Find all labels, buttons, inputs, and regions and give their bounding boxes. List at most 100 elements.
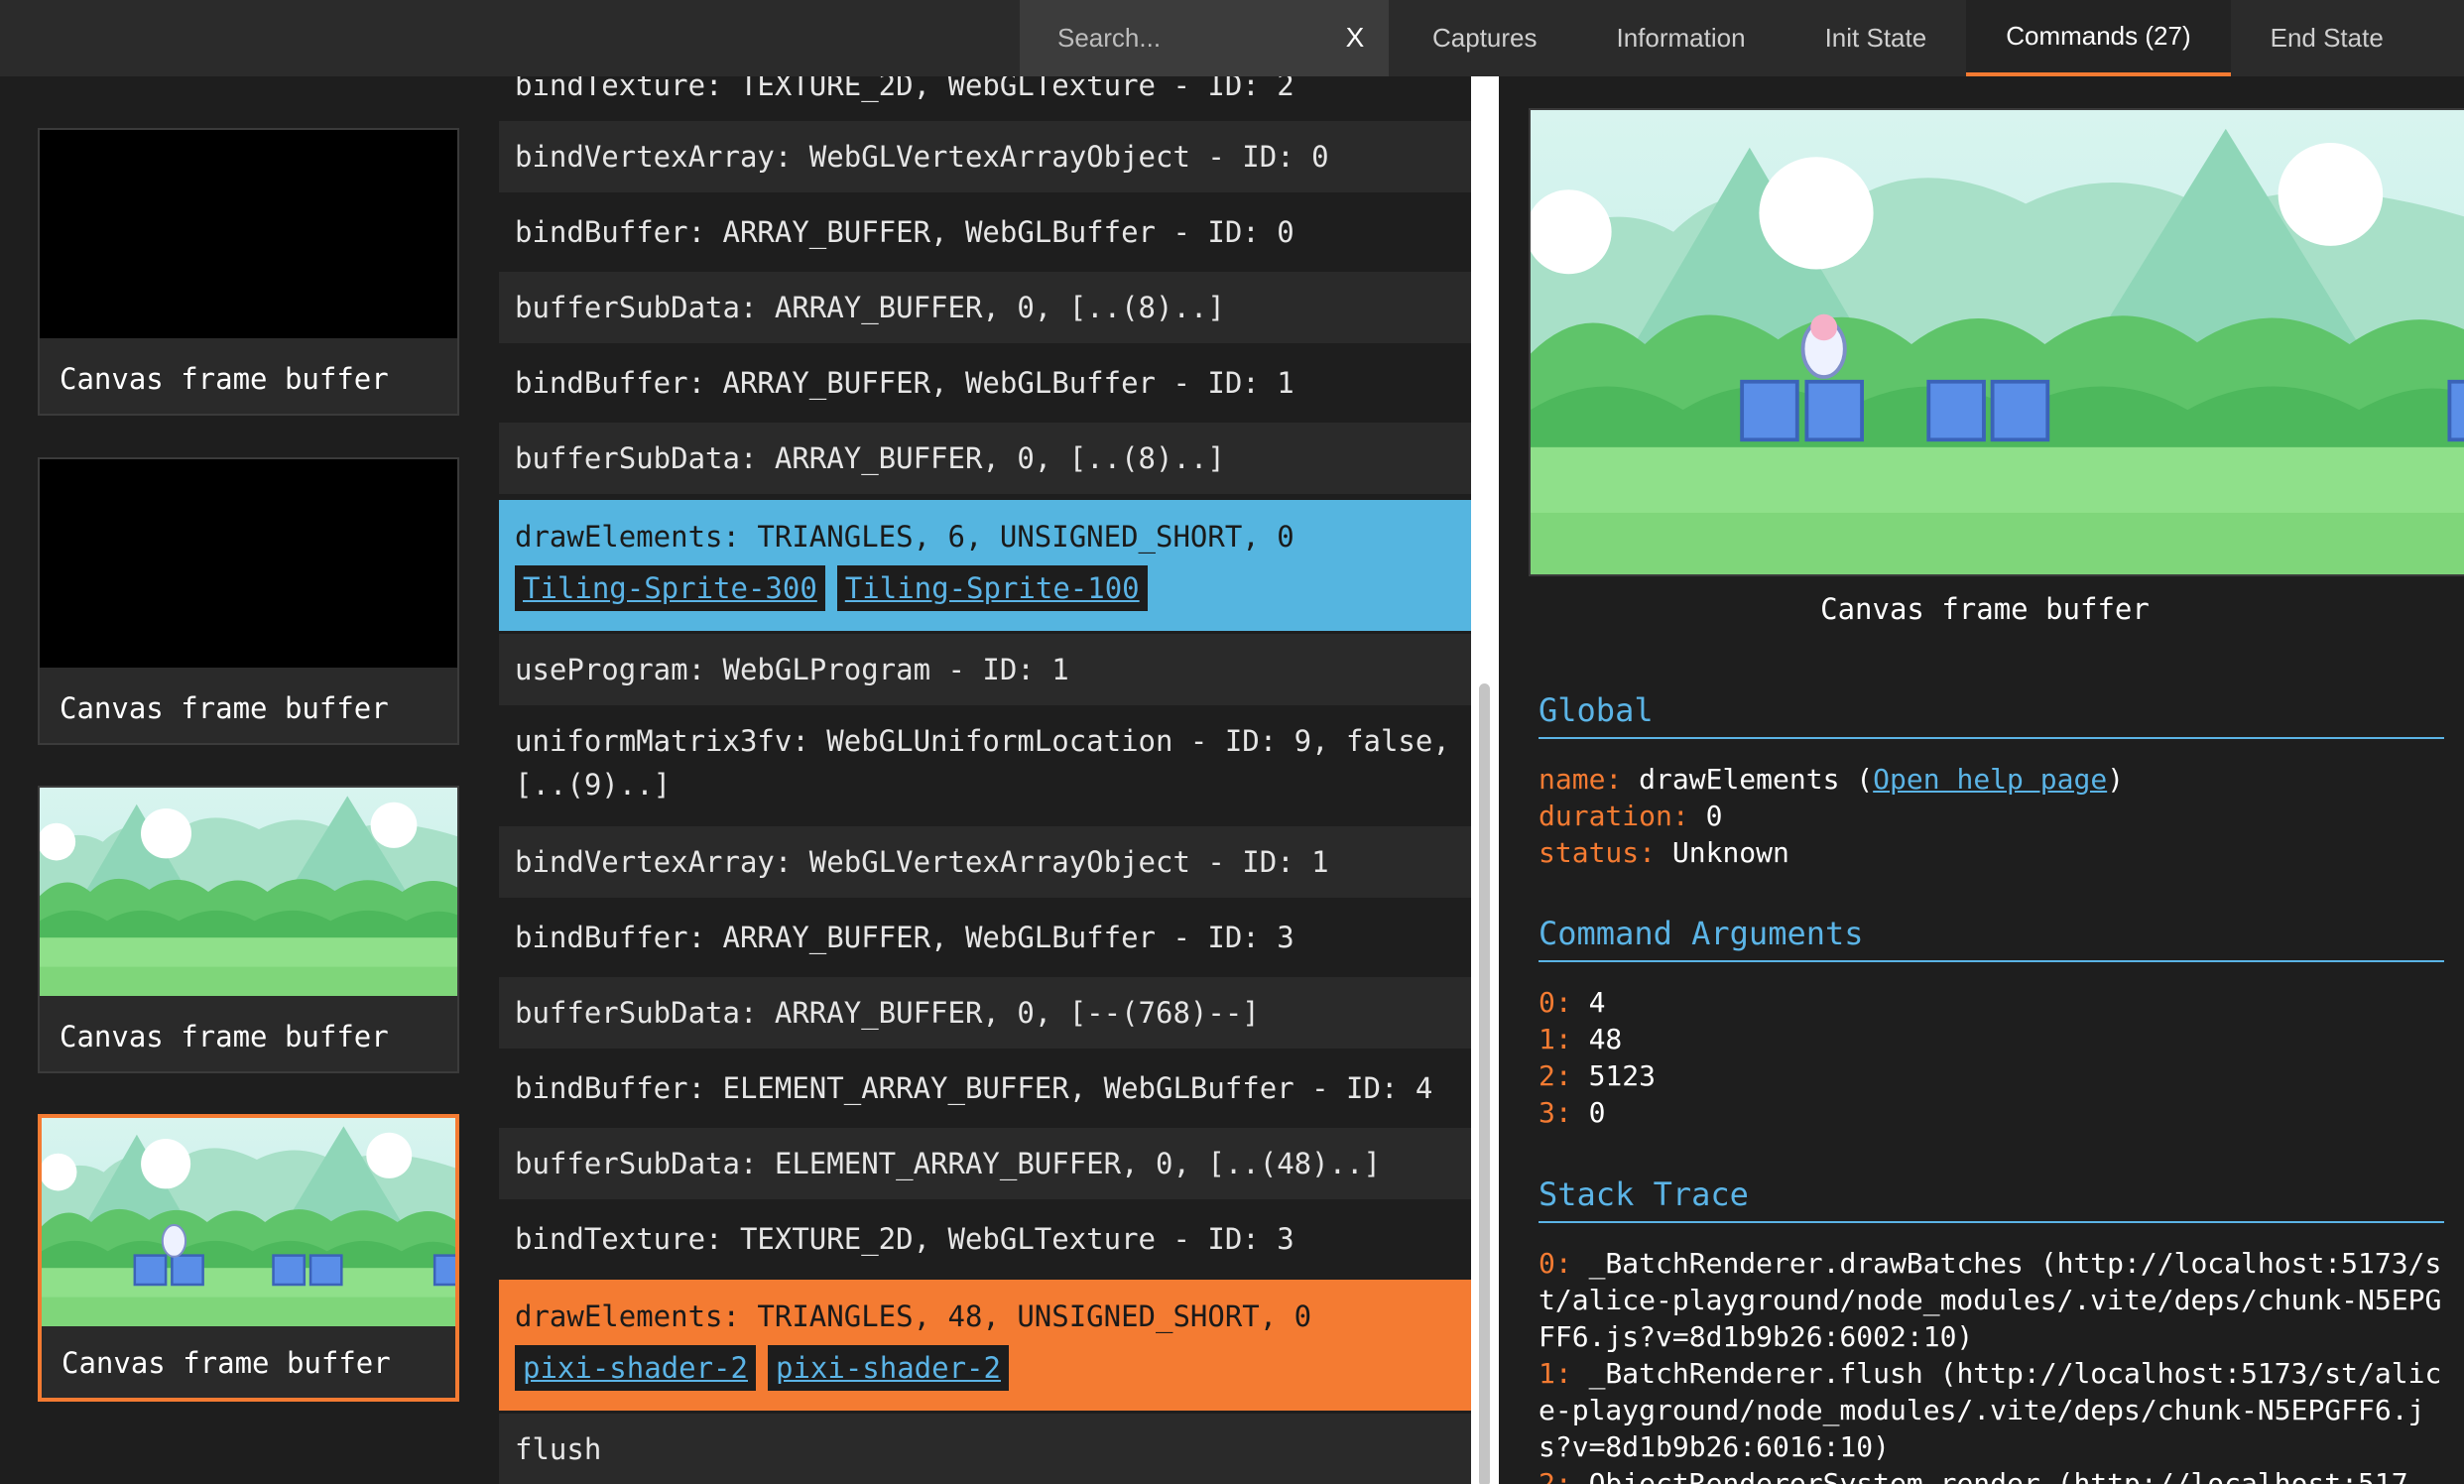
kv-value: ObjectRendererSystem.render (http://loca… xyxy=(1588,1467,2408,1484)
kv-value: 48 xyxy=(1588,1023,1623,1055)
command-text: bufferSubData: ARRAY_BUFFER, 0, [..(8)..… xyxy=(515,441,1225,475)
kv-key: duration: xyxy=(1539,800,1689,832)
command-item[interactable]: bindBuffer: ARRAY_BUFFER, WebGLBuffer - … xyxy=(499,347,1471,419)
command-item[interactable]: bindBuffer: ARRAY_BUFFER, WebGLBuffer - … xyxy=(499,902,1471,973)
shader-tag-link[interactable]: pixi-shader-2 xyxy=(515,1345,756,1391)
command-item-selected[interactable]: drawElements: TRIANGLES, 48, UNSIGNED_SH… xyxy=(499,1280,1471,1411)
kv-value: 4 xyxy=(1588,986,1606,1019)
command-item[interactable]: uniformMatrix3fv: WebGLUniformLocation -… xyxy=(499,709,1471,822)
thumbnail-image xyxy=(42,1118,455,1326)
kv-value: 0 xyxy=(1588,1096,1606,1129)
kv-key: 1: xyxy=(1539,1357,1572,1390)
kv-row: duration: 0 xyxy=(1539,798,2444,834)
thumbnail-caption: Canvas frame buffer xyxy=(60,1020,389,1053)
command-item-visual-state[interactable]: drawElements: TRIANGLES, 6, UNSIGNED_SHO… xyxy=(499,500,1471,631)
visual-state-thumbnail[interactable]: Canvas frame buffer xyxy=(38,457,459,745)
command-text: useProgram: WebGLProgram - ID: 1 xyxy=(515,653,1069,686)
stack-frame: 0: _BatchRenderer.drawBatches (http://lo… xyxy=(1539,1245,2444,1355)
thumbnail-image xyxy=(40,788,457,996)
shader-tag-list: Tiling-Sprite-300 Tiling-Sprite-100 xyxy=(515,565,1455,611)
shader-tag-link[interactable]: pixi-shader-2 xyxy=(767,1345,1009,1391)
command-text: drawElements: TRIANGLES, 6, UNSIGNED_SHO… xyxy=(515,520,1294,554)
command-item[interactable]: bindVertexArray: WebGLVertexArrayObject … xyxy=(499,826,1471,898)
stack-trace-section: Stack Trace 0: _BatchRenderer.drawBatche… xyxy=(1539,1175,2444,1484)
section-title: Global xyxy=(1539,691,2444,739)
command-item[interactable]: bindTexture: TEXTURE_2D, WebGLTexture - … xyxy=(499,1203,1471,1275)
thumbnail-caption: Canvas frame buffer xyxy=(60,362,389,396)
thumbnail-caption: Canvas frame buffer xyxy=(62,1346,391,1380)
tab-bar: Captures Information Init State Commands… xyxy=(1393,0,2423,76)
thumbnail-image xyxy=(40,130,457,338)
command-text: uniformMatrix3fv: WebGLUniformLocation -… xyxy=(515,724,1450,802)
kv-key: 2: xyxy=(1539,1467,1572,1484)
tab-commands[interactable]: Commands (27) xyxy=(1966,0,2231,76)
kv-row: status: Unknown xyxy=(1539,834,2444,871)
tab-captures[interactable]: Captures xyxy=(1393,0,1577,76)
command-item[interactable]: bufferSubData: ELEMENT_ARRAY_BUFFER, 0, … xyxy=(499,1128,1471,1199)
command-text: bufferSubData: ARRAY_BUFFER, 0, [--(768)… xyxy=(515,996,1260,1030)
command-item[interactable]: bindBuffer: ELEMENT_ARRAY_BUFFER, WebGLB… xyxy=(499,1052,1471,1124)
command-text: bindVertexArray: WebGLVertexArrayObject … xyxy=(515,845,1329,879)
command-text: bindBuffer: ARRAY_BUFFER, WebGLBuffer - … xyxy=(515,921,1294,954)
command-text: bindBuffer: ARRAY_BUFFER, WebGLBuffer - … xyxy=(515,366,1294,400)
kv-key: 0: xyxy=(1539,986,1572,1019)
command-text: bufferSubData: ARRAY_BUFFER, 0, [..(8)..… xyxy=(515,291,1225,324)
visual-state-thumbnail[interactable]: Canvas frame buffer xyxy=(38,128,459,416)
tab-init-state[interactable]: Init State xyxy=(1786,0,1967,76)
search-input[interactable] xyxy=(1057,18,1315,58)
kv-value: Unknown xyxy=(1671,836,1789,869)
kv-row: 1: 48 xyxy=(1539,1021,2444,1057)
shader-tag-link[interactable]: Tiling-Sprite-100 xyxy=(836,565,1148,611)
visual-state-thumbnail-selected[interactable]: Canvas frame buffer xyxy=(38,1114,459,1402)
command-item[interactable]: useProgram: WebGLProgram - ID: 1 xyxy=(499,634,1471,705)
command-list: bindTexture: TEXTURE_2D, WebGLTexture - … xyxy=(499,76,1471,1484)
stack-frame: 1: _BatchRenderer.flush (http://localhos… xyxy=(1539,1355,2444,1465)
kv-value: _BatchRenderer.drawBatches (http://local… xyxy=(1539,1247,2442,1353)
kv-row: 3: 0 xyxy=(1539,1094,2444,1131)
shader-tag-link[interactable]: Tiling-Sprite-300 xyxy=(515,565,825,611)
command-text: bindTexture: TEXTURE_2D, WebGLTexture - … xyxy=(515,76,1294,102)
command-item[interactable]: bindBuffer: ARRAY_BUFFER, WebGLBuffer - … xyxy=(499,196,1471,268)
command-list-scrollbar[interactable] xyxy=(1471,76,1499,1484)
command-text: bindVertexArray: WebGLVertexArrayObject … xyxy=(515,140,1329,174)
shader-tag-list: pixi-shader-2 pixi-shader-2 xyxy=(515,1345,1455,1391)
scene-image xyxy=(40,788,457,996)
command-item[interactable]: bindTexture: TEXTURE_2D, WebGLTexture - … xyxy=(499,76,1471,110)
kv-key: 2: xyxy=(1539,1059,1572,1092)
search-box: X xyxy=(1020,0,1389,76)
kv-row: 2: 5123 xyxy=(1539,1057,2444,1094)
preview-caption: Canvas frame buffer xyxy=(1820,592,2150,626)
command-item[interactable]: bufferSubData: ARRAY_BUFFER, 0, [..(8)..… xyxy=(499,423,1471,494)
visual-state-list: Canvas frame buffer Canvas frame buffer … xyxy=(0,76,488,1484)
command-item[interactable]: bufferSubData: ARRAY_BUFFER, 0, [..(8)..… xyxy=(499,272,1471,343)
tab-information[interactable]: Information xyxy=(1577,0,1786,76)
command-text: drawElements: TRIANGLES, 48, UNSIGNED_SH… xyxy=(515,1299,1312,1333)
kv-value: 0 xyxy=(1705,800,1723,832)
command-detail-panel: Canvas frame buffer Global name: drawEle… xyxy=(1499,76,2464,1484)
kv-value: drawElements ( xyxy=(1639,763,1874,796)
command-item[interactable]: bufferSubData: ARRAY_BUFFER, 0, [--(768)… xyxy=(499,977,1471,1049)
tab-end-state[interactable]: End State xyxy=(2231,0,2423,76)
kv-key: status: xyxy=(1539,836,1657,869)
scrollbar-thumb[interactable] xyxy=(1479,683,1490,1484)
frame-buffer-preview xyxy=(1529,108,2464,576)
clear-search-button[interactable]: X xyxy=(1335,18,1375,58)
kv-row: 0: 4 xyxy=(1539,984,2444,1021)
scene-image xyxy=(1531,110,2464,574)
scene-image xyxy=(42,1118,455,1326)
command-arguments-section: Command Arguments 0: 4 1: 48 2: 5123 3: … xyxy=(1539,915,2444,1131)
command-text: bindBuffer: ARRAY_BUFFER, WebGLBuffer - … xyxy=(515,215,1294,249)
kv-key: 1: xyxy=(1539,1023,1572,1055)
visual-state-thumbnail[interactable]: Canvas frame buffer xyxy=(38,786,459,1073)
kv-key: 0: xyxy=(1539,1247,1572,1280)
command-item[interactable]: bindVertexArray: WebGLVertexArrayObject … xyxy=(499,121,1471,192)
section-title: Command Arguments xyxy=(1539,915,2444,962)
thumbnail-caption: Canvas frame buffer xyxy=(60,691,389,725)
kv-key: name: xyxy=(1539,763,1623,796)
help-page-link[interactable]: Open help page xyxy=(1873,763,2107,796)
kv-key: 3: xyxy=(1539,1096,1572,1129)
section-title: Stack Trace xyxy=(1539,1175,2444,1223)
kv-row: name: drawElements (Open help page) xyxy=(1539,761,2444,798)
command-text: bufferSubData: ELEMENT_ARRAY_BUFFER, 0, … xyxy=(515,1147,1381,1180)
command-item[interactable]: flush xyxy=(499,1414,1471,1484)
